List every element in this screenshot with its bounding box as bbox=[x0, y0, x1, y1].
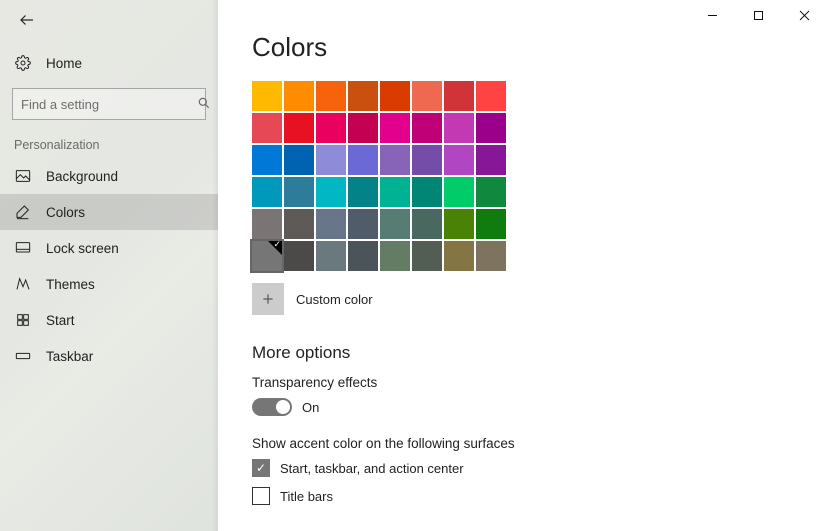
color-swatch[interactable] bbox=[348, 209, 378, 239]
color-swatch[interactable] bbox=[380, 209, 410, 239]
color-swatch[interactable] bbox=[444, 209, 474, 239]
color-swatch[interactable] bbox=[444, 81, 474, 111]
color-swatch[interactable] bbox=[476, 241, 506, 271]
color-swatch[interactable] bbox=[476, 81, 506, 111]
color-swatch[interactable] bbox=[284, 145, 314, 175]
color-swatch[interactable] bbox=[284, 81, 314, 111]
checkbox-label: Start, taskbar, and action center bbox=[280, 461, 464, 476]
color-swatch[interactable] bbox=[412, 209, 442, 239]
custom-color-button[interactable] bbox=[252, 283, 284, 315]
nav-item-label: Colors bbox=[46, 205, 85, 220]
sidebar-item-themes[interactable]: Themes bbox=[0, 266, 218, 302]
nav-item-label: Themes bbox=[46, 277, 95, 292]
sidebar-item-background[interactable]: Background bbox=[0, 158, 218, 194]
color-swatch[interactable] bbox=[348, 113, 378, 143]
nav-item-label: Start bbox=[46, 313, 75, 328]
color-swatch[interactable] bbox=[380, 145, 410, 175]
color-swatch[interactable] bbox=[284, 113, 314, 143]
content-area: Colors Custom color More options Transpa… bbox=[218, 0, 827, 531]
color-swatch[interactable] bbox=[380, 177, 410, 207]
color-swatch[interactable] bbox=[380, 113, 410, 143]
sidebar-item-taskbar[interactable]: Taskbar bbox=[0, 338, 218, 374]
color-swatch[interactable] bbox=[316, 241, 346, 271]
color-swatch[interactable] bbox=[252, 145, 282, 175]
home-nav[interactable]: Home bbox=[0, 42, 218, 84]
color-swatch[interactable] bbox=[252, 81, 282, 111]
nav-icon bbox=[14, 169, 32, 183]
color-swatch[interactable] bbox=[316, 177, 346, 207]
gear-icon bbox=[14, 55, 32, 71]
color-swatch[interactable] bbox=[380, 241, 410, 271]
search-input[interactable] bbox=[21, 97, 197, 112]
color-swatch[interactable] bbox=[476, 145, 506, 175]
color-swatch[interactable] bbox=[316, 209, 346, 239]
color-swatch[interactable] bbox=[284, 209, 314, 239]
sidebar: Home Personalization Background Colors Loc… bbox=[0, 0, 218, 531]
nav-icon bbox=[14, 241, 32, 255]
more-options-heading: More options bbox=[252, 343, 793, 363]
color-swatch[interactable] bbox=[380, 81, 410, 111]
checkbox[interactable] bbox=[252, 487, 270, 505]
color-swatch[interactable] bbox=[412, 145, 442, 175]
custom-color-label: Custom color bbox=[296, 292, 373, 307]
color-swatch[interactable] bbox=[412, 81, 442, 111]
page-title: Colors bbox=[252, 32, 793, 63]
color-swatch[interactable] bbox=[284, 177, 314, 207]
color-swatch[interactable] bbox=[476, 177, 506, 207]
color-swatch[interactable] bbox=[252, 241, 282, 271]
accent-surfaces-label: Show accent color on the following surfa… bbox=[252, 436, 793, 451]
back-button[interactable] bbox=[10, 5, 44, 35]
color-swatch[interactable] bbox=[316, 145, 346, 175]
transparency-toggle[interactable] bbox=[252, 398, 292, 416]
home-label: Home bbox=[46, 56, 82, 71]
color-swatch[interactable] bbox=[476, 209, 506, 239]
nav-icon bbox=[14, 276, 32, 292]
color-swatch-grid bbox=[252, 81, 793, 271]
color-swatch[interactable] bbox=[348, 145, 378, 175]
minimize-button[interactable] bbox=[689, 0, 735, 30]
nav-item-label: Background bbox=[46, 169, 118, 184]
sidebar-item-lock-screen[interactable]: Lock screen bbox=[0, 230, 218, 266]
color-swatch[interactable] bbox=[284, 241, 314, 271]
maximize-button[interactable] bbox=[735, 0, 781, 30]
nav-icon bbox=[14, 204, 32, 220]
transparency-state: On bbox=[302, 400, 319, 415]
color-swatch[interactable] bbox=[412, 113, 442, 143]
search-icon bbox=[197, 96, 211, 113]
close-button[interactable] bbox=[781, 0, 827, 30]
sidebar-item-start[interactable]: Start bbox=[0, 302, 218, 338]
color-swatch[interactable] bbox=[444, 241, 474, 271]
color-swatch[interactable] bbox=[252, 113, 282, 143]
color-swatch[interactable] bbox=[412, 177, 442, 207]
color-swatch[interactable] bbox=[316, 81, 346, 111]
color-swatch[interactable] bbox=[412, 241, 442, 271]
color-swatch[interactable] bbox=[444, 145, 474, 175]
search-input-wrapper[interactable] bbox=[12, 88, 206, 120]
checkbox-label: Title bars bbox=[280, 489, 333, 504]
sidebar-item-colors[interactable]: Colors bbox=[0, 194, 218, 230]
color-swatch[interactable] bbox=[348, 177, 378, 207]
sidebar-section-header: Personalization bbox=[0, 138, 218, 152]
nav-item-label: Lock screen bbox=[46, 241, 119, 256]
color-swatch[interactable] bbox=[476, 113, 506, 143]
transparency-label: Transparency effects bbox=[252, 375, 793, 390]
color-swatch[interactable] bbox=[252, 177, 282, 207]
nav-item-label: Taskbar bbox=[46, 349, 93, 364]
color-swatch[interactable] bbox=[444, 113, 474, 143]
checkbox[interactable] bbox=[252, 459, 270, 477]
color-swatch[interactable] bbox=[348, 81, 378, 111]
color-swatch[interactable] bbox=[316, 113, 346, 143]
color-swatch[interactable] bbox=[252, 209, 282, 239]
color-swatch[interactable] bbox=[348, 241, 378, 271]
nav-icon bbox=[14, 351, 32, 361]
nav-icon bbox=[14, 312, 32, 328]
window-controls bbox=[689, 0, 827, 30]
color-swatch[interactable] bbox=[444, 177, 474, 207]
